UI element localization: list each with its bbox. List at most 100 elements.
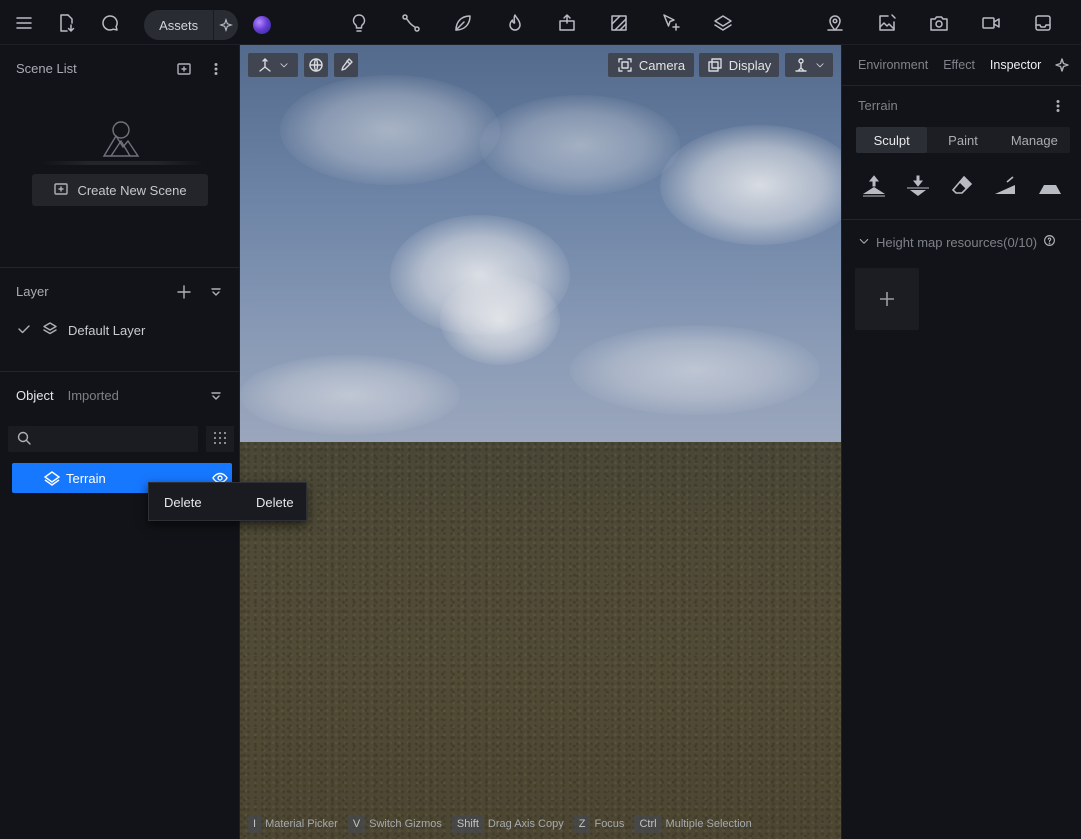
hint-key: V — [347, 815, 366, 833]
sparkle-icon[interactable] — [1054, 57, 1070, 76]
terrain-icon — [42, 468, 62, 488]
ai-orb-icon[interactable] — [253, 16, 271, 34]
eraser-icon[interactable] — [948, 173, 976, 199]
collapse-layer-icon[interactable] — [208, 284, 224, 303]
import-box-icon[interactable] — [556, 12, 578, 34]
globe-icon — [309, 58, 323, 72]
new-scene-icon[interactable] — [176, 61, 192, 80]
segment-manage[interactable]: Manage — [999, 127, 1070, 153]
lightbulb-icon[interactable] — [348, 12, 370, 34]
chat-bubble-icon[interactable] — [99, 12, 121, 34]
chevron-down-icon — [816, 63, 824, 68]
create-new-scene-button[interactable]: Create New Scene — [32, 174, 208, 206]
inspector-tabs: Environment Effect Inspector — [858, 58, 1041, 72]
layer-item-label: Default Layer — [68, 323, 146, 338]
select-plus-icon[interactable] — [660, 12, 682, 34]
inbox-icon[interactable] — [1032, 12, 1054, 34]
menu-icon[interactable] — [13, 12, 35, 34]
height-map-label: Height map resources(0/10) — [876, 234, 1038, 250]
cloud — [240, 355, 460, 435]
collapse-object-icon[interactable] — [208, 388, 224, 407]
layers-icon — [42, 321, 58, 340]
cube-outline-icon — [707, 58, 722, 72]
help-icon[interactable] — [1043, 234, 1056, 250]
tab-effect[interactable]: Effect — [943, 58, 975, 72]
camera-button[interactable]: Camera — [608, 53, 694, 77]
sparkle-icon[interactable] — [214, 10, 238, 40]
more-vertical-icon[interactable] — [1050, 98, 1066, 117]
more-vertical-icon[interactable] — [208, 61, 224, 80]
eyedropper-icon — [341, 58, 353, 71]
search-input[interactable] — [38, 432, 198, 446]
context-menu-delete-shortcut[interactable]: Delete — [256, 495, 294, 510]
empty-scene-shadow — [40, 161, 204, 165]
camera-label: Camera — [638, 57, 686, 73]
camera-icon[interactable] — [928, 12, 950, 34]
empty-scene-illustration-icon — [100, 119, 142, 159]
height-map-header[interactable]: Height map resources(0/10) — [858, 234, 1056, 250]
shortcut-hints: I Material Picker V Switch Gizmos Shift … — [248, 815, 758, 833]
tab-inspector[interactable]: Inspector — [990, 58, 1041, 72]
section-divider — [842, 219, 1081, 220]
assets-toggle[interactable]: Assets — [144, 10, 238, 40]
grid-view-button[interactable] — [206, 426, 234, 452]
left-panel: Scene List Create New Scene Layer Defaul… — [0, 45, 240, 839]
cloud — [570, 325, 820, 415]
map-pin-icon[interactable] — [824, 12, 846, 34]
hint-text: Drag Axis Copy — [487, 818, 564, 830]
character-dropdown[interactable] — [785, 53, 833, 77]
terrain-section-title: Terrain — [858, 98, 898, 113]
lower-terrain-icon[interactable] — [904, 173, 932, 199]
hint-text: Material Picker — [265, 818, 338, 830]
section-divider — [0, 371, 239, 372]
display-label: Display — [728, 57, 772, 73]
layers-stack-icon[interactable] — [712, 12, 734, 34]
display-button[interactable]: Display — [699, 53, 779, 77]
image-edit-icon[interactable] — [876, 12, 898, 34]
chevron-down-icon — [858, 235, 870, 250]
add-height-map-button[interactable] — [855, 268, 919, 330]
slope-icon[interactable] — [992, 173, 1020, 199]
eyedropper-button[interactable] — [334, 53, 358, 77]
video-icon[interactable] — [980, 12, 1002, 34]
hint-text: Switch Gizmos — [369, 818, 442, 830]
object-tabs: Object Imported — [16, 388, 119, 403]
file-download-icon[interactable] — [55, 12, 77, 34]
layer-item-default[interactable]: Default Layer — [16, 321, 145, 340]
segment-paint[interactable]: Paint — [927, 127, 998, 153]
flatten-icon[interactable] — [1036, 173, 1064, 199]
hatch-area-icon[interactable] — [608, 12, 630, 34]
flame-icon[interactable] — [504, 12, 526, 34]
check-icon[interactable] — [16, 321, 32, 340]
globe-button[interactable] — [304, 53, 328, 77]
object-search[interactable] — [8, 426, 198, 452]
create-new-scene-label: Create New Scene — [77, 182, 187, 198]
scene-viewport[interactable]: Camera Display I Material Picker V Switc… — [240, 45, 841, 839]
chevron-down-icon — [280, 63, 288, 68]
context-menu: Delete Delete — [148, 482, 307, 521]
tab-environment[interactable]: Environment — [858, 58, 928, 72]
terrain-mode-segment: Sculpt Paint Manage — [856, 127, 1070, 153]
focus-frame-icon — [618, 58, 632, 72]
hint-key: Ctrl — [634, 815, 662, 833]
terrain-texture — [240, 442, 841, 839]
section-divider — [842, 85, 1081, 86]
cloud — [440, 275, 560, 365]
editor-app: Assets Scene List Create New Scene Layer… — [0, 0, 1081, 839]
hint-key: Z — [573, 815, 591, 833]
layer-title: Layer — [16, 284, 49, 299]
leaf-icon[interactable] — [452, 12, 474, 34]
path-nodes-icon[interactable] — [400, 12, 422, 34]
top-toolbar: Assets — [0, 0, 1081, 45]
tab-object[interactable]: Object — [16, 388, 54, 403]
raise-terrain-icon[interactable] — [860, 173, 888, 199]
add-layer-icon[interactable] — [176, 284, 192, 303]
transform-gizmo-dropdown[interactable] — [248, 53, 298, 77]
assets-label: Assets — [159, 17, 199, 33]
segment-sculpt[interactable]: Sculpt — [856, 127, 928, 153]
section-divider — [0, 267, 239, 268]
scene-list-title: Scene List — [16, 61, 77, 76]
inspector-panel: Environment Effect Inspector Terrain Scu… — [841, 45, 1081, 839]
context-menu-delete[interactable]: Delete — [164, 495, 202, 510]
tab-imported[interactable]: Imported — [68, 388, 119, 403]
